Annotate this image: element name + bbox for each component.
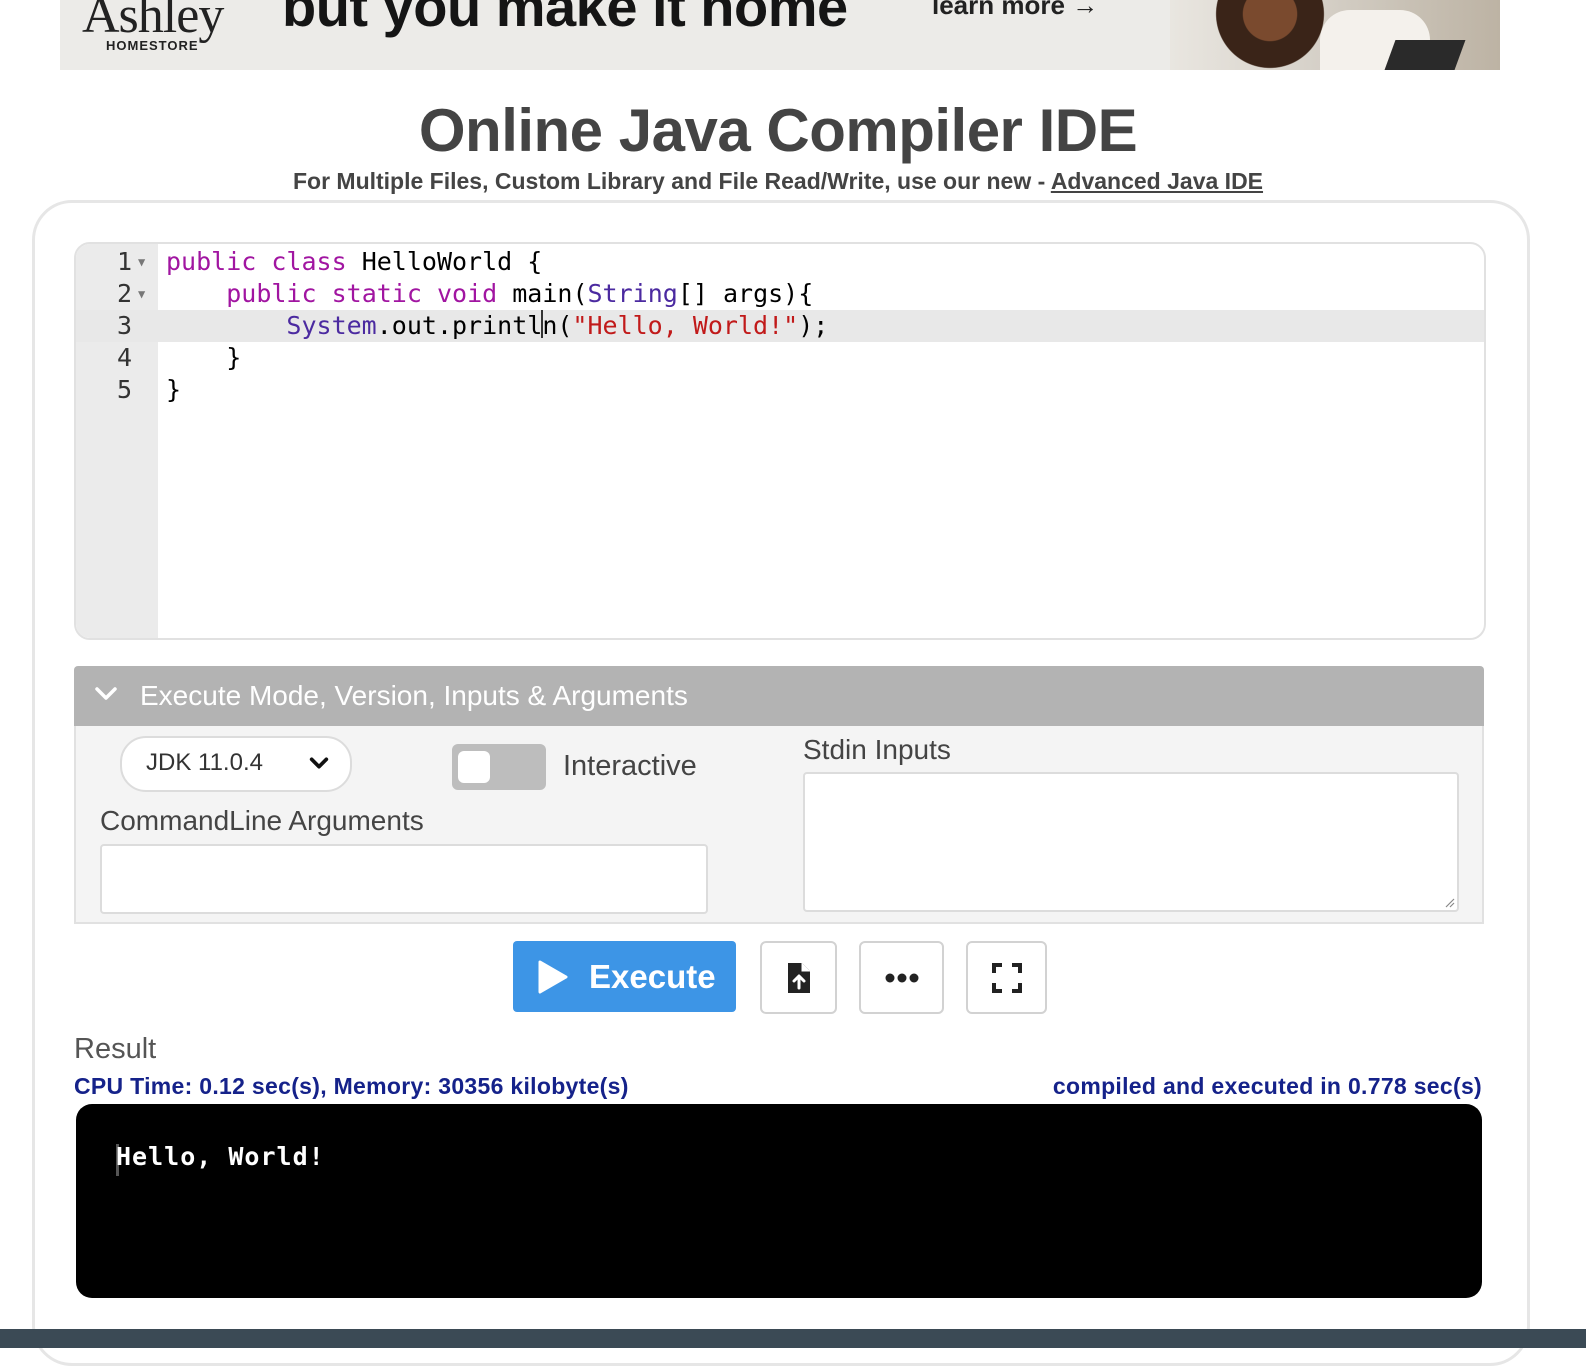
line-number: 5 [116,375,132,404]
execute-button[interactable]: Execute [513,941,736,1012]
output-terminal[interactable]: Hello, World! [76,1104,1482,1298]
options-section-title: Execute Mode, Version, Inputs & Argument… [140,680,688,711]
code-line[interactable]: 5 } [76,374,1484,406]
fullscreen-button[interactable] [966,941,1047,1014]
line-number: 3 [116,311,132,340]
advanced-java-ide-link[interactable]: Advanced Java IDE [1051,168,1263,194]
file-upload-icon [787,962,810,993]
fold-arrow-icon[interactable]: ▼ [138,246,145,278]
ad-headline: but you make it home [282,0,848,38]
page-subtitle: For Multiple Files, Custom Library and F… [0,168,1556,195]
ad-banner[interactable]: Ashley HOMESTORE but you make it home le… [60,0,1500,70]
ad-learn-more-link[interactable]: learn more → [932,0,1098,21]
cmdline-args-input[interactable] [100,844,708,914]
fullscreen-icon [991,962,1022,993]
code-text: } [166,343,242,372]
page-title: Online Java Compiler IDE [418,97,1138,164]
upload-file-button[interactable] [760,941,837,1014]
line-number: 1 [116,247,132,276]
resize-grip-icon[interactable] [1443,896,1455,908]
options-accordion-header[interactable]: Execute Mode, Version, Inputs & Argument… [74,666,1484,726]
code-line[interactable]: 4 } [76,342,1484,374]
jdk-version-value: JDK 11.0.4 [146,749,263,776]
ellipsis-icon [885,973,918,982]
toggle-knob [458,751,490,783]
code-text: public class HelloWorld { [166,247,543,276]
code-editor[interactable]: 1 ▼ public class HelloWorld { 2 ▼ public… [74,242,1486,640]
jdk-version-select[interactable]: JDK 11.0.4 [120,736,352,792]
execute-button-label: Execute [589,958,716,995]
code-text: public static void main(String[] args){ [226,279,814,308]
compile-time-stats: compiled and executed in 0.778 sec(s) [1052,1073,1482,1099]
result-label: Result [74,1033,157,1065]
stdin-inputs-label: Stdin Inputs [803,734,951,765]
text-cursor [541,310,544,338]
code-line[interactable]: 1 ▼ public class HelloWorld { [76,246,1484,278]
line-number: 2 [116,279,132,308]
code-line[interactable]: 2 ▼ public static void main(String[] arg… [76,278,1484,310]
interactive-toggle[interactable] [452,744,546,790]
code-text: System.out.println("Hello, World!"); [286,310,829,340]
ad-photo [1170,0,1500,70]
code-line-active[interactable]: 3 System.out.println("Hello, World!"); [76,310,1484,342]
cpu-memory-stats: CPU Time: 0.12 sec(s), Memory: 30356 kil… [74,1073,629,1099]
chevron-down-icon [95,687,117,700]
chevron-down-icon [309,757,329,769]
terminal-output: Hello, World! [116,1142,325,1171]
fold-arrow-icon[interactable]: ▼ [138,278,145,310]
stdin-inputs-textarea[interactable] [803,772,1459,912]
code-text: } [166,375,182,404]
subtitle-text: For Multiple Files, Custom Library and F… [292,168,1051,194]
ad-brand-sub: HOMESTORE [106,38,199,53]
more-options-button[interactable] [859,941,944,1014]
interactive-label: Interactive [563,750,697,782]
cmdline-args-label: CommandLine Arguments [100,805,424,836]
bottom-bar [0,1329,1586,1348]
play-icon [538,960,568,994]
line-number: 4 [116,343,132,372]
